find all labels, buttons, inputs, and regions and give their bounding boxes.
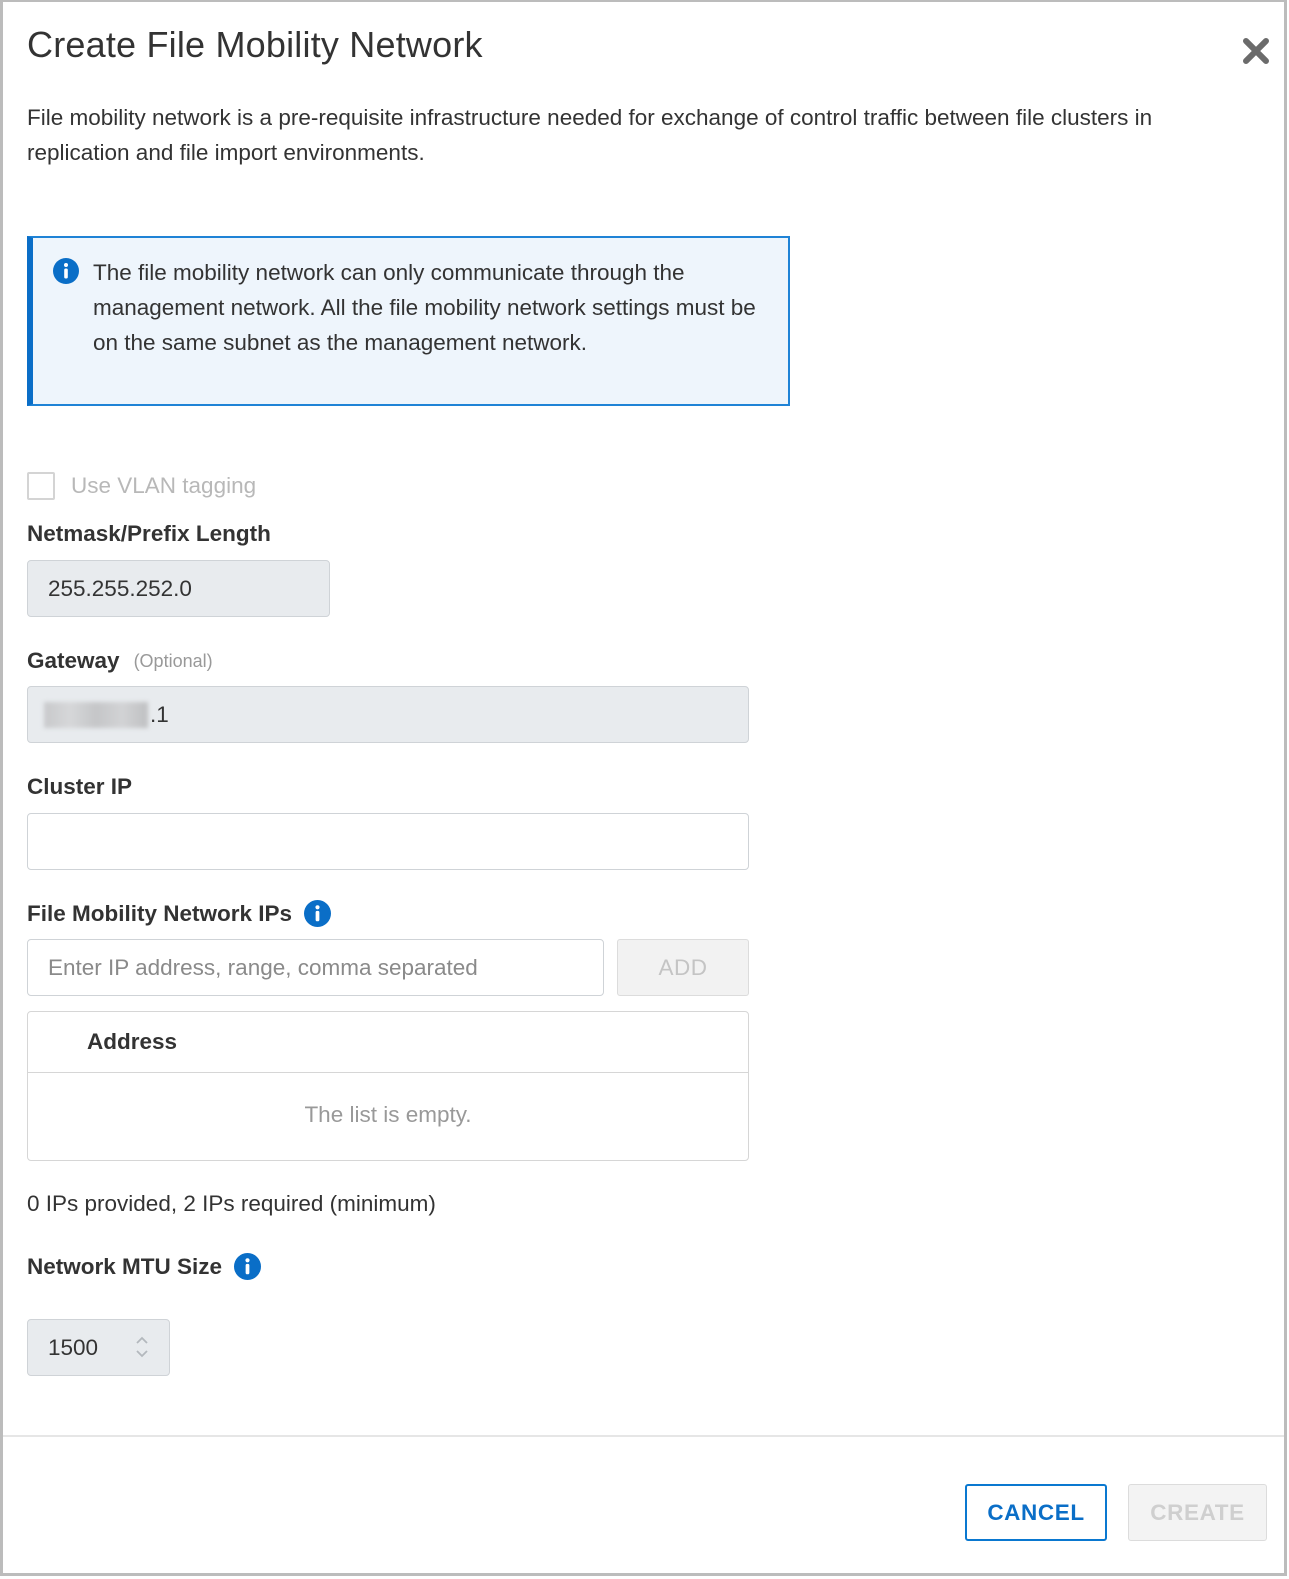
- info-icon[interactable]: [304, 900, 332, 927]
- cancel-button[interactable]: CANCEL: [965, 1484, 1107, 1541]
- gateway-field[interactable]: .1: [27, 686, 749, 743]
- mobility-ips-label-text: File Mobility Network IPs: [27, 900, 293, 926]
- netmask-label: Netmask/Prefix Length: [27, 521, 271, 547]
- redacted-ip-prefix: [44, 701, 148, 728]
- gateway-label: Gateway (Optional): [27, 648, 213, 674]
- info-icon[interactable]: [234, 1253, 262, 1280]
- mtu-value: 1500: [48, 1334, 99, 1360]
- gateway-label-text: Gateway: [27, 648, 120, 673]
- gateway-optional-label: (Optional): [133, 650, 213, 671]
- ip-count-status: 0 IPs provided, 2 IPs required (minimum): [27, 1191, 436, 1216]
- info-alert: The file mobility network can only commu…: [27, 236, 790, 406]
- dialog-title: Create File Mobility Network: [27, 24, 483, 65]
- column-header-address[interactable]: Address: [87, 1029, 177, 1055]
- mobility-ips-placeholder: Enter IP address, range, comma separated: [48, 954, 478, 980]
- mtu-label: Network MTU Size: [27, 1253, 262, 1280]
- info-icon: [53, 258, 79, 284]
- netmask-label-text: Netmask/Prefix Length: [27, 521, 271, 546]
- cluster-ip-label-text: Cluster IP: [27, 774, 133, 799]
- cluster-ip-label: Cluster IP: [27, 774, 132, 800]
- mtu-label-text: Network MTU Size: [27, 1253, 223, 1279]
- netmask-field[interactable]: 255.255.252.0: [27, 560, 330, 617]
- gateway-value-suffix: .1: [150, 701, 169, 727]
- vlan-tagging-label: Use VLAN tagging: [71, 473, 257, 498]
- footer-divider: [3, 1435, 1284, 1437]
- vlan-tagging-option: Use VLAN tagging: [27, 472, 256, 500]
- dialog-description: File mobility network is a pre-requisite…: [27, 105, 1153, 165]
- address-table: Address The list is empty.: [27, 1011, 749, 1161]
- mtu-stepper[interactable]: 1500: [27, 1319, 170, 1376]
- netmask-value: 255.255.252.0: [48, 575, 192, 601]
- alert-text: The file mobility network can only commu…: [93, 260, 756, 355]
- mobility-ips-input[interactable]: Enter IP address, range, comma separated: [27, 939, 604, 996]
- close-icon[interactable]: [1241, 36, 1271, 66]
- add-ip-button[interactable]: ADD: [617, 939, 749, 996]
- create-file-mobility-network-dialog: Create File Mobility Network File mobili…: [0, 0, 1287, 1576]
- empty-list-message: The list is empty.: [304, 1102, 472, 1127]
- vlan-tagging-checkbox[interactable]: [27, 472, 55, 500]
- cluster-ip-input[interactable]: [27, 813, 749, 870]
- mobility-ips-label: File Mobility Network IPs: [27, 900, 332, 927]
- create-button[interactable]: CREATE: [1128, 1484, 1267, 1541]
- stepper-arrows-icon[interactable]: [134, 1334, 150, 1360]
- table-header: Address: [28, 1012, 748, 1073]
